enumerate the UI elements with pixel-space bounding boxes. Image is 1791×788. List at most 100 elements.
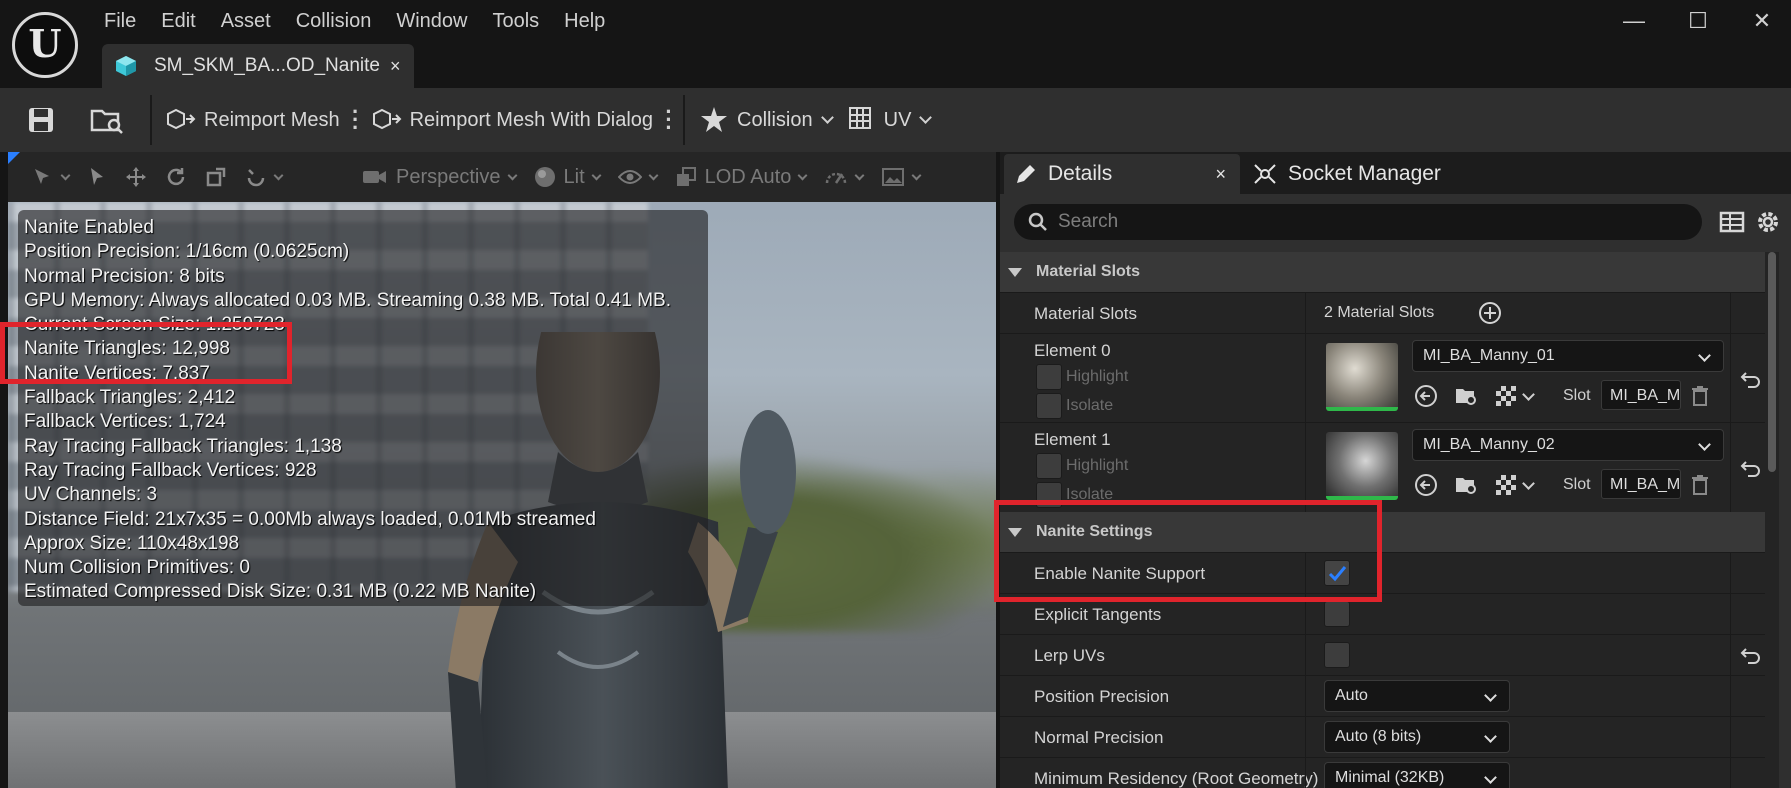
table-view-icon[interactable] bbox=[1718, 208, 1746, 236]
chevron-down-icon bbox=[648, 170, 659, 180]
material-picker[interactable]: MI_BA_Manny_01 bbox=[1412, 340, 1724, 372]
lerp-uvs-label: Lerp UVs bbox=[1034, 646, 1105, 665]
chevron-down-icon bbox=[1484, 689, 1497, 702]
tab-socket-manager[interactable]: Socket Manager bbox=[1252, 154, 1441, 194]
move-icon bbox=[126, 167, 146, 187]
slot-name-field[interactable]: MI_BA_Manny_02 bbox=[1601, 469, 1681, 499]
menu-collision[interactable]: Collision bbox=[284, 8, 385, 38]
highlight-checkbox[interactable] bbox=[1036, 453, 1062, 479]
material-thumbnail[interactable] bbox=[1326, 432, 1398, 500]
menu-tools[interactable]: Tools bbox=[480, 8, 552, 38]
trash-icon[interactable] bbox=[1688, 384, 1712, 408]
position-precision-value: Auto bbox=[1335, 687, 1368, 704]
row-lerp-uvs: Lerp UVs bbox=[1000, 634, 1766, 675]
tab-details[interactable]: Details × bbox=[1004, 154, 1240, 194]
minimize-button[interactable]: — bbox=[1614, 8, 1654, 34]
collision-dropdown[interactable]: Collision bbox=[695, 95, 836, 145]
screenshot-dropdown[interactable] bbox=[881, 166, 922, 188]
chevron-down-icon bbox=[911, 170, 922, 180]
reimport-mesh-button[interactable]: Reimport Mesh bbox=[162, 95, 344, 145]
use-selected-icon[interactable] bbox=[1414, 384, 1438, 408]
save-button[interactable] bbox=[16, 95, 66, 145]
menu-window[interactable]: Window bbox=[384, 8, 480, 38]
material-picker[interactable]: MI_BA_Manny_02 bbox=[1412, 429, 1724, 461]
material-slots-count: 2 Material Slots bbox=[1324, 304, 1435, 321]
checker-texture-icon[interactable] bbox=[1494, 384, 1518, 408]
chevron-down-icon bbox=[591, 170, 602, 180]
details-search[interactable] bbox=[1014, 204, 1702, 240]
menu-help[interactable]: Help bbox=[552, 8, 618, 38]
scrollbar-thumb[interactable] bbox=[1768, 252, 1776, 472]
translate-tool-button[interactable] bbox=[125, 166, 147, 188]
gauge-icon bbox=[826, 172, 847, 184]
performance-dropdown[interactable] bbox=[824, 166, 865, 188]
snap-dropdown[interactable] bbox=[245, 166, 284, 188]
transform-mode-dropdown[interactable] bbox=[32, 166, 71, 188]
show-flags-dropdown[interactable] bbox=[617, 168, 659, 186]
maximize-button[interactable]: ☐ bbox=[1678, 8, 1718, 34]
lod-icon bbox=[676, 167, 696, 186]
reset-to-default-icon[interactable] bbox=[1740, 368, 1762, 390]
scale-tool-button[interactable] bbox=[205, 166, 227, 188]
section-material-slots[interactable]: Material Slots bbox=[1000, 252, 1766, 292]
menu-edit[interactable]: Edit bbox=[149, 8, 208, 38]
lerp-uvs-checkbox[interactable] bbox=[1324, 642, 1350, 668]
reimport-mesh-dialog-label: Reimport Mesh With Dialog bbox=[409, 108, 654, 131]
column-divider bbox=[1305, 423, 1306, 512]
settings-gear-icon[interactable] bbox=[1754, 208, 1782, 236]
lod-dropdown[interactable]: LOD Auto bbox=[675, 166, 808, 189]
tab-details-label: Details bbox=[1048, 162, 1113, 185]
min-residency-dropdown[interactable]: Minimal (32KB) bbox=[1324, 762, 1510, 788]
chevron-down-icon bbox=[1698, 349, 1711, 362]
chevron-down-icon[interactable] bbox=[1522, 477, 1535, 490]
normal-precision-dropdown[interactable]: Auto (8 bits) bbox=[1324, 721, 1510, 753]
section-material-slots-label: Material Slots bbox=[1036, 263, 1141, 280]
browse-asset-button[interactable] bbox=[82, 95, 132, 145]
add-slot-icon[interactable] bbox=[1478, 301, 1502, 325]
menu-file[interactable]: File bbox=[92, 8, 149, 38]
search-input[interactable] bbox=[1058, 211, 1658, 233]
reset-to-default-icon[interactable] bbox=[1740, 644, 1762, 666]
checker-texture-icon[interactable] bbox=[1494, 473, 1518, 497]
details-body: Material Slots Material Slots 2 Material… bbox=[1000, 194, 1791, 788]
highlight-checkbox[interactable] bbox=[1036, 364, 1062, 390]
stat-fallback-vertices: Fallback Vertices: 1,724 bbox=[24, 411, 226, 433]
view-mode-dropdown[interactable]: Lit bbox=[534, 166, 602, 189]
use-selected-icon[interactable] bbox=[1414, 473, 1438, 497]
position-precision-label: Position Precision bbox=[1034, 687, 1170, 706]
collision-icon bbox=[701, 107, 728, 132]
close-tab-icon[interactable]: × bbox=[1215, 164, 1226, 185]
reimport-options-button[interactable]: · · · bbox=[348, 101, 364, 139]
slot-name-field[interactable]: MI_BA_Manny_01 bbox=[1601, 380, 1681, 410]
select-tool-button[interactable] bbox=[87, 166, 107, 188]
min-residency-label: Minimum Residency (Root Geometry) bbox=[1034, 769, 1319, 788]
mesh-viewport[interactable]: Perspective Lit LOD Auto Nanite Enabled … bbox=[8, 152, 996, 788]
toolbar-separator bbox=[150, 95, 152, 145]
trash-icon[interactable] bbox=[1688, 473, 1712, 497]
close-tab-icon[interactable]: × bbox=[390, 56, 401, 77]
details-scrollbar[interactable] bbox=[1765, 252, 1779, 788]
details-panel: Details × Socket Manager Material Slots … bbox=[1000, 152, 1791, 788]
highlight-label: Highlight bbox=[1066, 457, 1129, 474]
chevron-down-icon[interactable] bbox=[1522, 388, 1535, 401]
perspective-dropdown[interactable]: Perspective bbox=[362, 166, 517, 189]
uv-dropdown[interactable]: UV bbox=[844, 95, 935, 145]
close-window-button[interactable]: ✕ bbox=[1742, 8, 1782, 34]
menu-asset[interactable]: Asset bbox=[209, 8, 284, 38]
document-tab[interactable]: SM_SKM_BA...OD_Nanite × bbox=[102, 44, 414, 88]
row-element-0: Element 0 Highlight Isolate MI_BA_Manny_… bbox=[1000, 333, 1766, 422]
reset-to-default-icon[interactable] bbox=[1740, 457, 1762, 479]
search-icon bbox=[1028, 212, 1047, 231]
chevron-down-icon bbox=[60, 170, 71, 180]
column-divider bbox=[1305, 334, 1306, 422]
rotate-tool-button[interactable] bbox=[165, 166, 187, 188]
column-divider bbox=[1730, 635, 1731, 675]
reimport-dialog-options-button[interactable]: · · · bbox=[661, 101, 677, 139]
material-thumbnail[interactable] bbox=[1326, 343, 1398, 411]
explicit-tangents-checkbox[interactable] bbox=[1324, 601, 1350, 627]
browse-folder-icon[interactable] bbox=[1454, 384, 1478, 408]
browse-folder-icon[interactable] bbox=[1454, 473, 1478, 497]
position-precision-dropdown[interactable]: Auto bbox=[1324, 680, 1510, 712]
isolate-checkbox[interactable] bbox=[1036, 393, 1062, 419]
reimport-mesh-dialog-button[interactable]: Reimport Mesh With Dialog bbox=[368, 95, 657, 145]
